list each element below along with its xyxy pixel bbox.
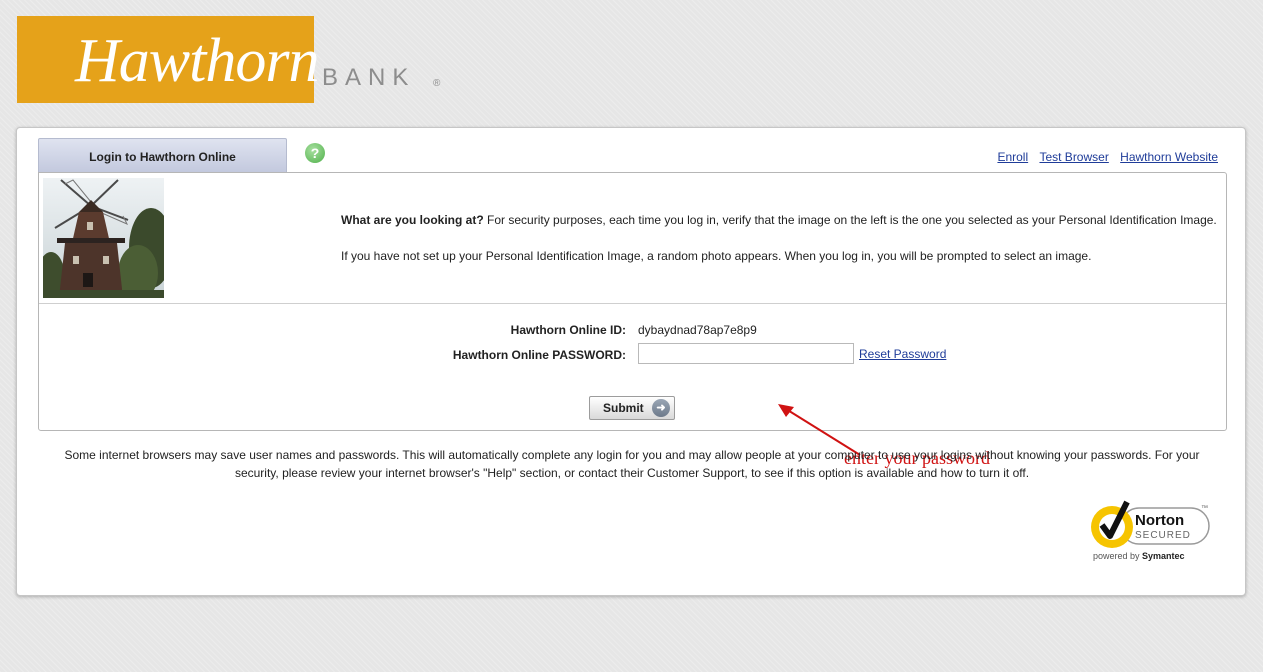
- submit-label: Submit: [603, 401, 644, 415]
- reset-password-link[interactable]: Reset Password: [859, 347, 946, 361]
- submit-button[interactable]: Submit ➜: [589, 396, 675, 420]
- password-label: Hawthorn Online PASSWORD:: [452, 348, 626, 362]
- tab-login[interactable]: Login to Hawthorn Online: [38, 138, 287, 172]
- svg-text:powered by Symantec: powered by Symantec: [1093, 551, 1185, 561]
- security-heading: What are you looking at?: [341, 213, 484, 227]
- norton-powered-by: powered by: [1093, 551, 1142, 561]
- password-disclaimer: Some internet browsers may save user nam…: [64, 448, 1200, 480]
- logo-block: Hawthorn: [17, 16, 319, 103]
- norton-secured-badge[interactable]: Norton SECURED ™ powered by Symantec: [1089, 498, 1214, 564]
- logo-registered-mark: ®: [433, 78, 441, 89]
- help-question-icon[interactable]: ?: [305, 143, 325, 163]
- norton-name: Norton: [1135, 512, 1184, 529]
- hawthorn-website-link[interactable]: Hawthorn Website: [1120, 150, 1218, 164]
- arrow-right-icon: ➜: [652, 399, 670, 417]
- login-content-box: What are you looking at? For security pu…: [38, 172, 1227, 468]
- test-browser-link[interactable]: Test Browser: [1039, 150, 1108, 164]
- security-explanation: What are you looking at? For security pu…: [341, 213, 1231, 285]
- security-line-2: If you have not set up your Personal Ide…: [341, 249, 1092, 263]
- login-panel: Login to Hawthorn Online ? Enroll Test B…: [16, 127, 1246, 596]
- personal-identification-image: [43, 178, 164, 298]
- norton-symantec: Symantec: [1142, 551, 1185, 561]
- password-input[interactable]: [638, 343, 854, 364]
- top-links: Enroll Test Browser Hawthorn Website: [989, 150, 1218, 164]
- online-id-label: Hawthorn Online ID:: [510, 323, 626, 337]
- identification-image-section: What are you looking at? For security pu…: [39, 173, 1226, 304]
- norton-secured-text: SECURED: [1135, 530, 1191, 541]
- logo-script-text: Hawthorn: [75, 27, 319, 95]
- logo-bank-text: BANK: [322, 64, 416, 91]
- online-id-value: dybaydnad78ap7e8p9: [638, 323, 757, 337]
- norton-check-icon: Norton SECURED ™ powered by Symantec: [1091, 500, 1210, 561]
- security-line-1: For security purposes, each time you log…: [483, 213, 1217, 227]
- enroll-link[interactable]: Enroll: [997, 150, 1028, 164]
- norton-tm: ™: [1201, 505, 1208, 512]
